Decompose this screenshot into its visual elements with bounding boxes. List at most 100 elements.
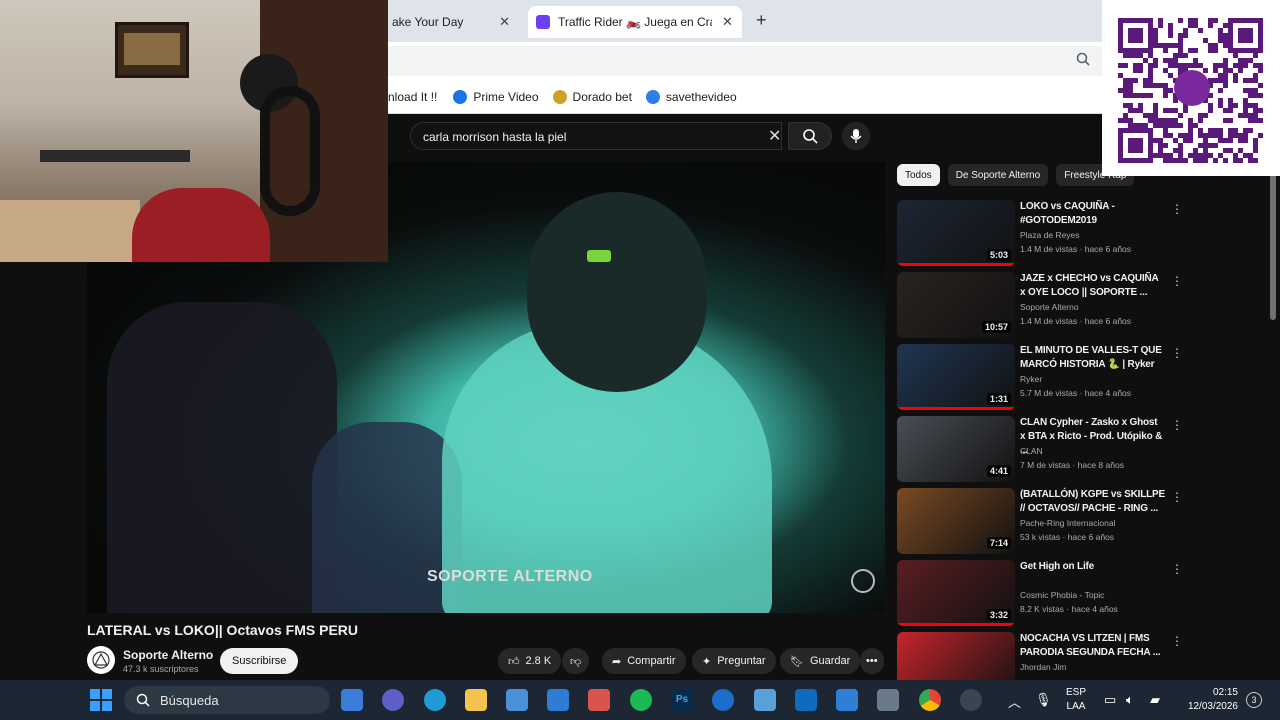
notepad-icon[interactable] — [754, 689, 776, 711]
recommendation-channel[interactable]: Ryker — [1020, 372, 1042, 386]
omnibox[interactable] — [388, 46, 1102, 76]
new-tab-button[interactable]: + — [756, 10, 767, 31]
outlook-icon[interactable] — [795, 689, 817, 711]
video-duration: 1:31 — [986, 393, 1011, 405]
like-button[interactable]: 👍︎ 2.8 K — [498, 648, 562, 674]
video-duration: 4:41 — [986, 465, 1011, 477]
more-vert-icon[interactable]: ⋮ — [1171, 202, 1183, 216]
yape-logo-icon — [1174, 70, 1210, 106]
save-label: Guardar — [809, 655, 851, 667]
crazygames-icon — [536, 15, 550, 29]
video-thumbnail[interactable]: 5:03 — [897, 200, 1015, 266]
bookmark-download-it[interactable]: nload It !! — [388, 90, 437, 104]
store-icon[interactable] — [506, 689, 528, 711]
more-actions-button[interactable]: ••• — [860, 648, 884, 674]
subscribe-button[interactable]: Suscribirse — [220, 648, 299, 674]
recommendation-item[interactable]: 1:31 EL MINUTO DE VALLES-T QUE MARCÓ HIST… — [897, 344, 1187, 412]
channel-avatar[interactable] — [87, 646, 115, 674]
recommendation-channel[interactable]: Cosmic Phobia - Topic — [1020, 588, 1104, 602]
channel-name[interactable]: Soporte Alterno — [123, 648, 213, 662]
voice-search-button[interactable] — [842, 122, 870, 150]
more-vert-icon[interactable]: ⋮ — [1171, 490, 1183, 504]
start-button[interactable] — [90, 689, 112, 711]
microphone-icon[interactable]: 🎙︎ — [1035, 692, 1052, 708]
photoshop-icon[interactable]: Ps — [671, 689, 693, 711]
more-vert-icon[interactable]: ⋮ — [1171, 274, 1183, 288]
tab-make-your-day[interactable]: ake Your Day ✕ — [388, 6, 520, 38]
recommendation-title[interactable]: NOCACHA VS LITZEN | FMS PARODIA SEGUNDA … — [1020, 632, 1165, 660]
media-player-icon[interactable] — [588, 689, 610, 711]
more-vert-icon[interactable]: ⋮ — [1171, 562, 1183, 576]
language-layout: LAA — [1066, 701, 1086, 712]
chrome-icon[interactable] — [919, 689, 941, 711]
recommendation-item[interactable]: 4:41 CLAN Cypher - Zasko x Ghost x BTA x … — [897, 416, 1187, 484]
battery-icon[interactable]: ▰ — [1150, 692, 1160, 708]
ask-label: Preguntar — [717, 655, 766, 667]
close-icon[interactable]: ✕ — [722, 14, 733, 30]
video-thumbnail[interactable]: 7:14 — [897, 488, 1015, 554]
share-label: Compartir — [627, 655, 676, 667]
edge-icon[interactable] — [424, 689, 446, 711]
network-icon[interactable]: ▭ — [1104, 692, 1116, 708]
tab-traffic-rider[interactable]: Traffic Rider 🏍️ Juega en Crazy ✕ — [528, 6, 742, 38]
recommendation-item[interactable]: 10:57 JAZE x CHECHO vs CAQUIÑA x OYE LOCO… — [897, 272, 1187, 340]
task-view-icon[interactable] — [341, 689, 363, 711]
recommendation-channel[interactable]: Pache-Ring Internacional — [1020, 516, 1115, 530]
taskbar-search[interactable]: Búsqueda — [124, 686, 330, 714]
qr-code-image — [1118, 18, 1263, 163]
search-icon[interactable] — [1076, 52, 1090, 69]
recommendation-channel[interactable]: Plaza de Reyes — [1020, 228, 1080, 242]
share-button[interactable]: ➦ Compartir — [602, 648, 686, 674]
recommendation-title[interactable]: LOKO vs CAQUIÑA - #GOTODEM2019 — [1020, 200, 1165, 228]
clock[interactable]: 02:15 12/03/2026 — [1178, 686, 1238, 714]
bookmark-savethevideo[interactable]: savethevideo — [645, 89, 737, 104]
video-thumbnail[interactable]: 1:31 — [897, 344, 1015, 410]
channel-watermark-icon[interactable] — [851, 569, 875, 593]
volume-icon[interactable]: 🔈︎ — [1126, 692, 1134, 708]
recommendation-title[interactable]: JAZE x CHECHO vs CAQUIÑA x OYE LOCO || S… — [1020, 272, 1165, 300]
webcam-floor — [0, 200, 140, 262]
teams-icon[interactable] — [382, 689, 404, 711]
notifications-badge[interactable]: 3 — [1246, 692, 1262, 708]
bookmark-prime-video[interactable]: Prime Video — [453, 89, 539, 104]
recommendation-item[interactable]: 3:32 Get High on Life Cosmic Phobia - Topi… — [897, 560, 1187, 628]
recommendation-title[interactable]: Get High on Life — [1020, 560, 1165, 574]
bookmark-dorado-bet[interactable]: Dorado bet — [552, 89, 632, 104]
save-button[interactable]: 🔖︎ Guardar — [780, 648, 861, 674]
recommendation-meta: 5.7 M de vistas · hace 4 años — [1020, 388, 1132, 398]
spotify-icon[interactable] — [630, 689, 652, 711]
recommendation-channel[interactable]: Soporte Alterno — [1020, 300, 1079, 314]
chip-todos[interactable]: Todos — [897, 164, 940, 186]
mail-icon[interactable] — [547, 689, 569, 711]
more-vert-icon[interactable]: ⋮ — [1171, 634, 1183, 648]
video-thumbnail[interactable]: 10:57 — [897, 272, 1015, 338]
recommendation-item[interactable]: 7:14 (BATALLÓN) KGPE vs SKILLPE // OCTAVO… — [897, 488, 1187, 556]
recommendation-title[interactable]: (BATALLÓN) KGPE vs SKILLPE // OCTAVOS// … — [1020, 488, 1165, 516]
language-indicator[interactable]: ESP LAA — [1066, 686, 1086, 714]
search-button[interactable] — [788, 122, 832, 150]
recommendation-title[interactable]: EL MINUTO DE VALLES-T QUE MARCÓ HISTORIA… — [1020, 344, 1165, 372]
recommendation-meta: 1.4 M de vistas · hace 6 años — [1020, 316, 1132, 326]
clear-search-icon[interactable]: ✕ — [768, 126, 781, 146]
calculator-icon[interactable] — [877, 689, 899, 711]
video-thumbnail[interactable]: 4:41 — [897, 416, 1015, 482]
recommendation-channel[interactable]: Jhordan Jim — [1020, 660, 1066, 674]
close-icon[interactable]: ✕ — [499, 14, 510, 30]
watched-progress-bar — [897, 407, 1015, 410]
recommendation-item[interactable]: 5:03 LOKO vs CAQUIÑA - #GOTODEM2019 Plaza … — [897, 200, 1187, 268]
onedrive-icon[interactable] — [712, 689, 734, 711]
video-thumbnail[interactable]: 3:32 — [897, 560, 1015, 626]
more-vert-icon[interactable]: ⋮ — [1171, 418, 1183, 432]
ask-button[interactable]: ✦ Preguntar — [692, 648, 776, 674]
more-vert-icon[interactable]: ⋮ — [1171, 346, 1183, 360]
file-explorer-icon[interactable] — [465, 689, 487, 711]
calendar-icon[interactable] — [836, 689, 858, 711]
recommendation-channel[interactable]: CLAN — [1020, 444, 1043, 458]
search-input[interactable]: carla morrison hasta la piel — [410, 122, 782, 150]
chip-de-soporte-alterno[interactable]: De Soporte Alterno — [947, 164, 1049, 186]
settings-icon[interactable] — [960, 689, 982, 711]
chevron-up-icon[interactable]: ︿ — [1008, 692, 1021, 711]
dislike-button[interactable]: 👎︎ — [562, 648, 590, 674]
scrollbar[interactable] — [1270, 170, 1276, 320]
browser-tab-strip: ake Your Day ✕ Traffic Rider 🏍️ Juega en… — [388, 0, 1102, 42]
